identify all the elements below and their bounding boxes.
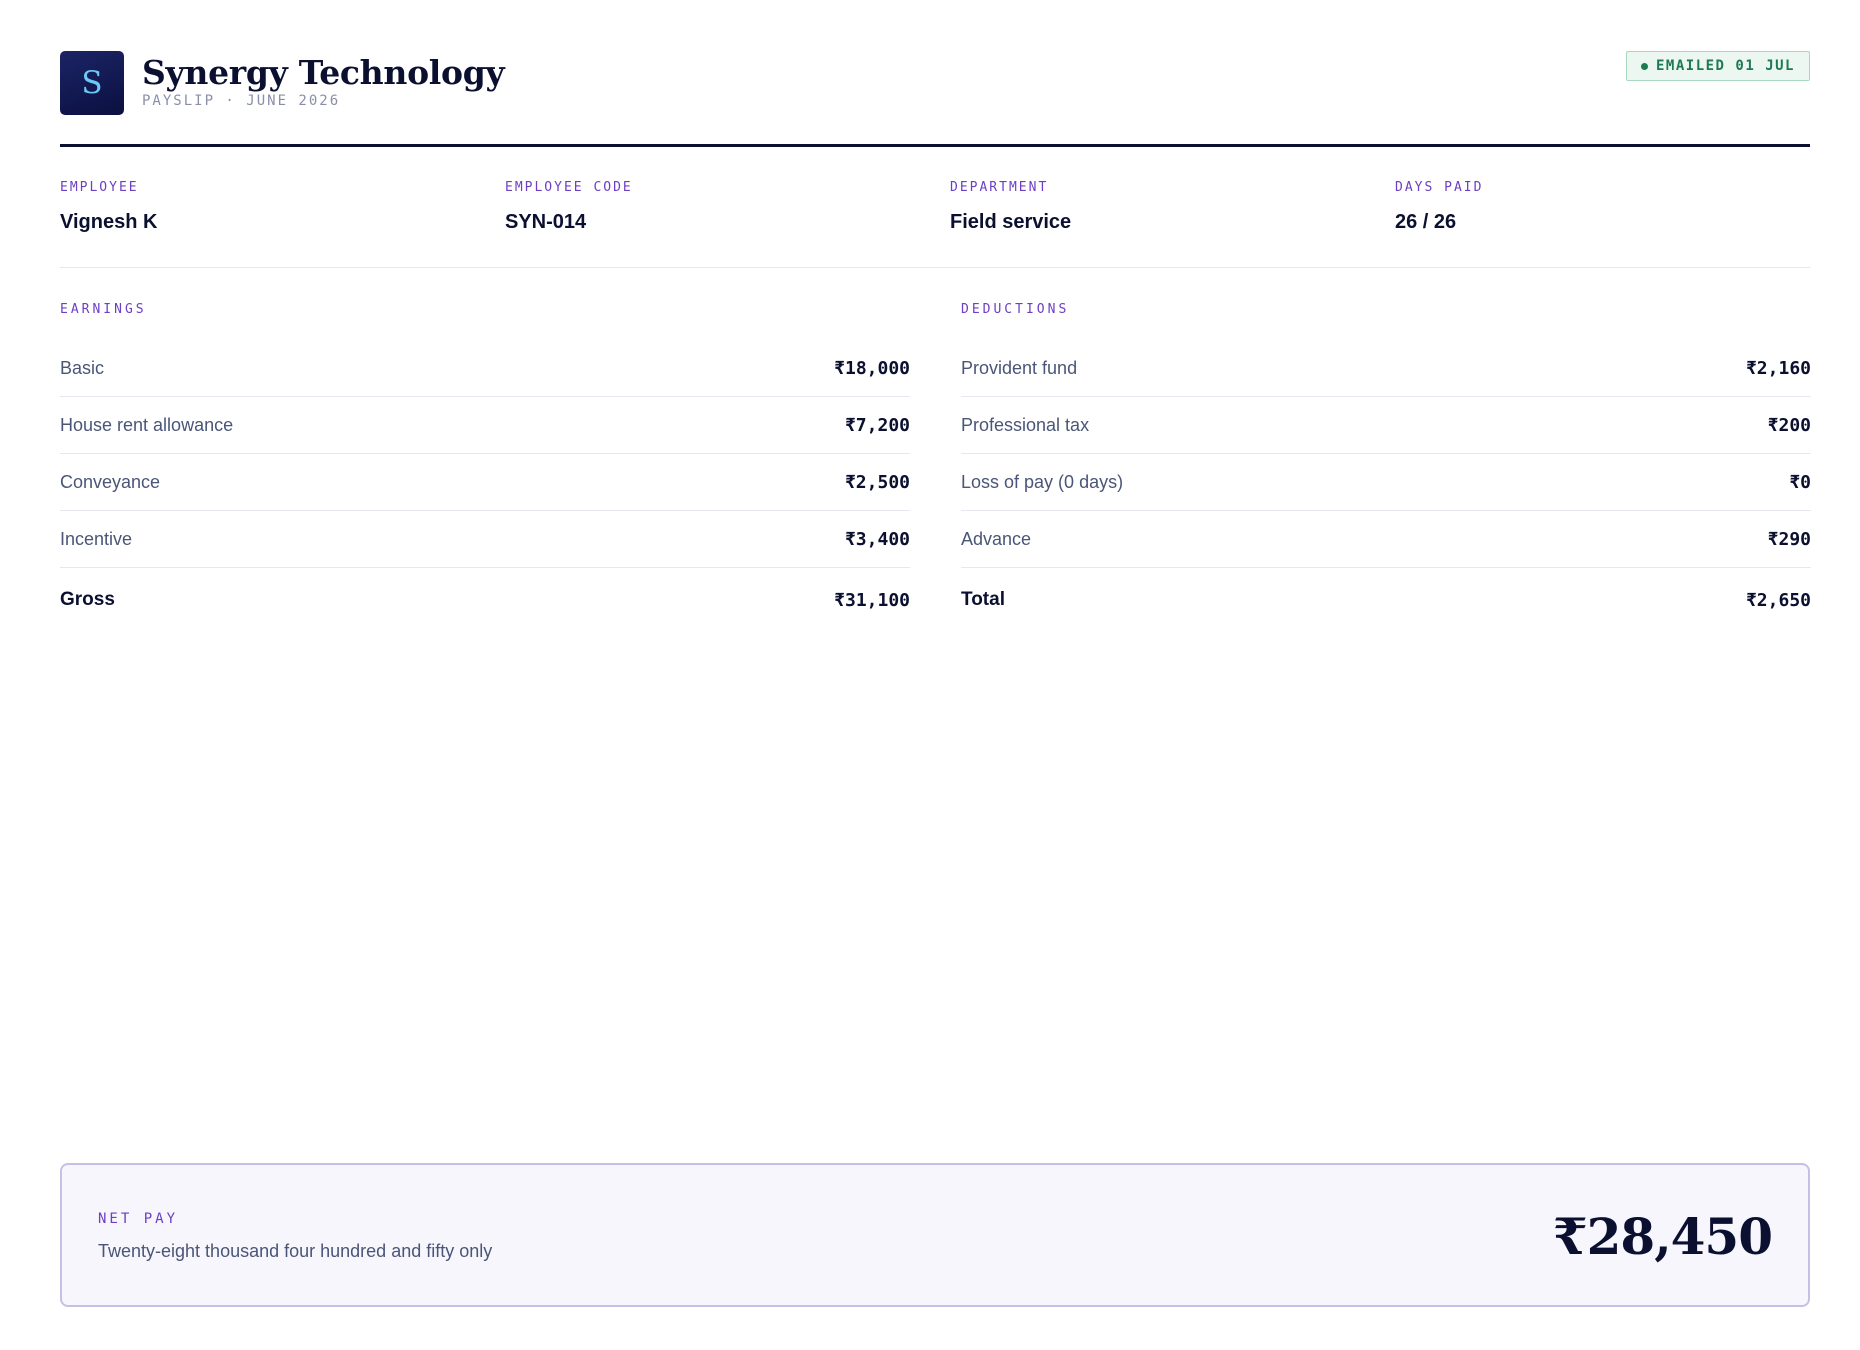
- table-row: Incentive ₹3,400: [60, 511, 910, 568]
- net-pay-label: NET PAY: [98, 1211, 179, 1227]
- table-row: Loss of pay (0 days) ₹0: [961, 454, 1811, 511]
- earnings-title: EARNINGS: [60, 302, 147, 317]
- row-amount: ₹18,000: [834, 357, 910, 379]
- status-text: EMAILED 01 JUL: [1655, 58, 1795, 74]
- company-name: Synergy Technology: [142, 53, 505, 92]
- row-label: Loss of pay (0 days): [961, 471, 1124, 492]
- earnings-section: EARNINGS Basic ₹18,000 House rent allowa…: [60, 302, 910, 632]
- payslip: S Synergy Technology PAYSLIP · JUNE 2026…: [60, 0, 1811, 1350]
- table-row: Conveyance ₹2,500: [60, 454, 910, 511]
- info-employee-code: EMPLOYEE CODE SYN-014: [505, 180, 925, 234]
- row-amount: ₹2,500: [844, 471, 910, 493]
- table-row: Advance ₹290: [961, 511, 1811, 568]
- info-label: EMPLOYEE CODE: [505, 180, 633, 195]
- table-row: Provident fund ₹2,160: [961, 340, 1811, 397]
- row-amount: ₹2,160: [1745, 357, 1811, 379]
- table-row: Professional tax ₹200: [961, 397, 1811, 454]
- row-amount: ₹7,200: [844, 414, 910, 436]
- deductions-title: DEDUCTIONS: [961, 302, 1070, 317]
- gross-row: Gross ₹31,100: [60, 568, 910, 632]
- company-logo: S: [60, 51, 124, 115]
- row-label: Provident fund: [961, 357, 1078, 378]
- row-amount: ₹0: [1789, 471, 1811, 493]
- row-label: Professional tax: [961, 414, 1090, 435]
- deductions-table: Provident fund ₹2,160 Professional tax ₹…: [961, 340, 1811, 632]
- row-label: House rent allowance: [60, 414, 234, 435]
- payslip-period: PAYSLIP · JUNE 2026: [142, 93, 341, 109]
- info-employee: EMPLOYEE Vignesh K: [60, 180, 480, 234]
- earnings-table: Basic ₹18,000 House rent allowance ₹7,20…: [60, 340, 910, 632]
- info-label: DAYS PAID: [1395, 180, 1484, 195]
- status-dot-icon: [1640, 62, 1648, 70]
- net-pay-amount: ₹28,450: [1552, 1207, 1773, 1266]
- net-pay-words: Twenty-eight thousand four hundred and f…: [98, 1241, 493, 1261]
- row-label: Conveyance: [60, 471, 161, 492]
- row-label: Basic: [60, 357, 105, 378]
- status-badge: EMAILED 01 JUL: [1625, 51, 1810, 81]
- info-value: Vignesh K: [60, 211, 158, 233]
- table-row: House rent allowance ₹7,200: [60, 397, 910, 454]
- header-divider: [60, 144, 1810, 147]
- total-deductions-row: Total ₹2,650: [961, 568, 1811, 632]
- info-label: EMPLOYEE: [60, 180, 139, 195]
- table-row: Basic ₹18,000: [60, 340, 910, 397]
- row-amount: ₹290: [1767, 528, 1811, 550]
- employee-info: EMPLOYEE Vignesh K EMPLOYEE CODE SYN-014…: [60, 180, 1810, 236]
- info-department: DEPARTMENT Field service: [950, 180, 1370, 234]
- info-label: DEPARTMENT: [950, 180, 1049, 195]
- info-days-paid: DAYS PAID 26 / 26: [1395, 180, 1815, 234]
- row-amount: ₹3,400: [844, 528, 910, 550]
- info-value: 26 / 26: [1395, 211, 1457, 233]
- row-label: Incentive: [60, 528, 133, 549]
- net-pay-box: NET PAY Twenty-eight thousand four hundr…: [60, 1163, 1810, 1307]
- info-divider: [60, 267, 1810, 268]
- deductions-section: DEDUCTIONS Provident fund ₹2,160 Profess…: [961, 302, 1811, 632]
- gross-amount: ₹31,100: [834, 589, 910, 611]
- total-deductions-label: Total: [961, 589, 1005, 610]
- gross-label: Gross: [60, 589, 115, 610]
- total-deductions-amount: ₹2,650: [1745, 589, 1811, 611]
- info-value: Field service: [950, 211, 1072, 233]
- row-amount: ₹200: [1767, 414, 1811, 436]
- payslip-header: S Synergy Technology PAYSLIP · JUNE 2026…: [60, 51, 1810, 115]
- info-value: SYN-014: [505, 211, 587, 233]
- row-label: Advance: [961, 528, 1032, 549]
